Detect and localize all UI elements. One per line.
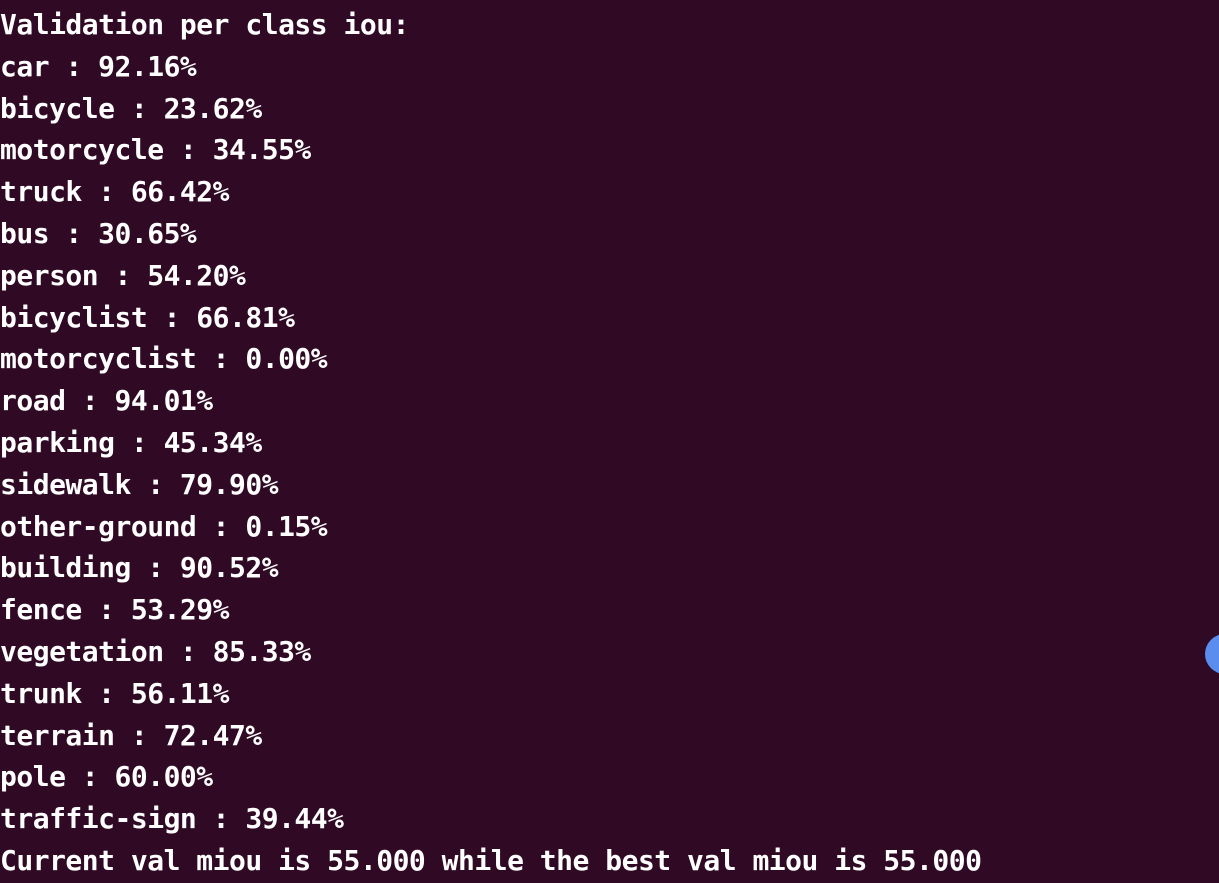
summary-line: Current val miou is 55.000 while the bes… (0, 843, 982, 877)
class-iou-line-bicyclist: bicyclist : 66.81% (0, 300, 295, 334)
class-iou-line-road: road : 94.01% (0, 384, 213, 418)
class-iou-line-bicycle: bicycle : 23.62% (0, 91, 262, 125)
class-iou-line-person: person : 54.20% (0, 258, 246, 292)
class-iou-line-sidewalk: sidewalk : 79.90% (0, 467, 279, 501)
class-iou-line-parking: parking : 45.34% (0, 425, 262, 459)
header-line: Validation per class iou: (0, 8, 409, 41)
class-iou-line-motorcycle: motorcycle : 34.55% (0, 133, 311, 167)
terminal-output: Validation per class iou: car : 92.16% b… (0, 0, 982, 882)
terminal-window[interactable]: Validation per class iou: car : 92.16% b… (0, 0, 1219, 883)
class-iou-line-fence: fence : 53.29% (0, 593, 230, 627)
class-iou-line-truck: truck : 66.42% (0, 175, 230, 209)
class-iou-line-motorcyclist: motorcyclist : 0.00% (0, 342, 328, 376)
class-iou-line-trunk: trunk : 56.11% (0, 676, 230, 710)
class-iou-line-car: car : 92.16% (0, 49, 197, 83)
class-iou-line-terrain: terrain : 72.47% (0, 718, 262, 752)
class-iou-line-building: building : 90.52% (0, 551, 279, 585)
scroll-indicator-handle[interactable] (1205, 634, 1219, 674)
class-iou-line-vegetation: vegetation : 85.33% (0, 634, 311, 668)
class-iou-line-pole: pole : 60.00% (0, 760, 213, 794)
class-iou-line-traffic-sign: traffic-sign : 39.44% (0, 802, 344, 836)
class-iou-line-bus: bus : 30.65% (0, 216, 197, 250)
class-iou-line-other-ground: other-ground : 0.15% (0, 509, 328, 543)
